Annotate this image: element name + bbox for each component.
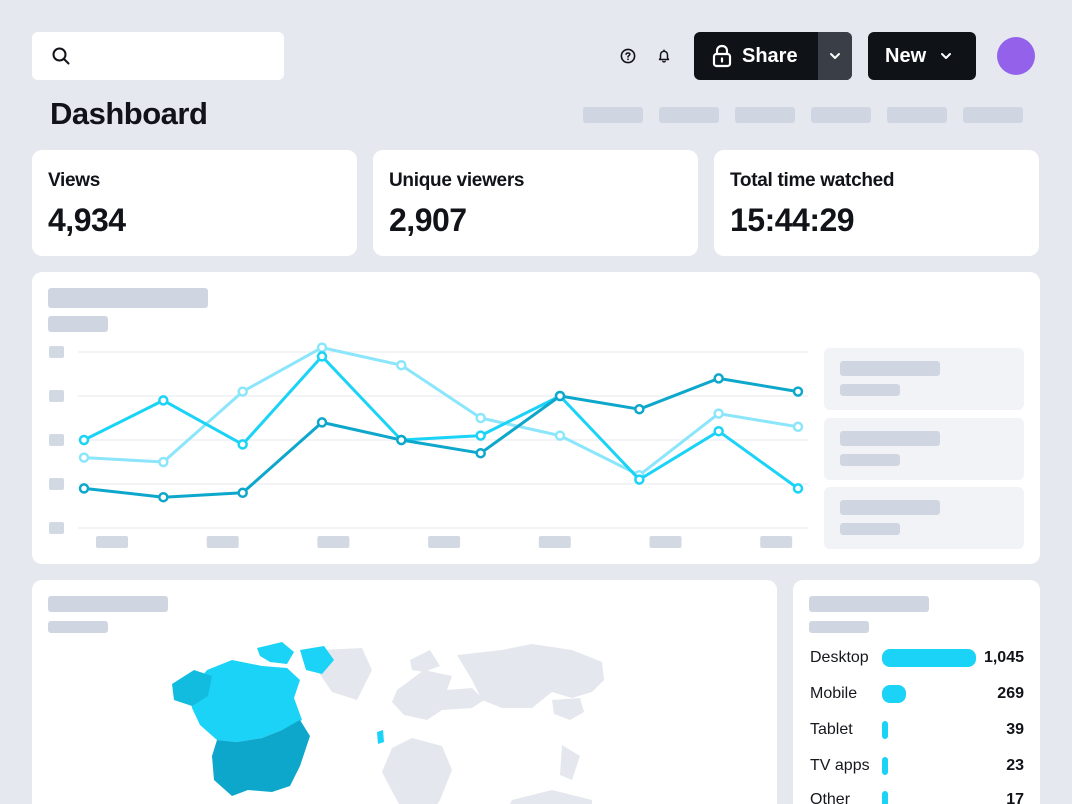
x-tick-placeholder <box>96 536 128 548</box>
data-point[interactable] <box>316 417 328 428</box>
device-bar <box>882 791 888 804</box>
legend-item[interactable] <box>824 487 1024 549</box>
device-row-desktop: Desktop 1,045 <box>810 648 1024 668</box>
device-row-mobile: Mobile 269 <box>810 684 1024 704</box>
y-tick-placeholder <box>49 390 64 402</box>
device-label: TV apps <box>810 757 870 774</box>
legend-title-placeholder <box>840 500 940 515</box>
device-row-tv-apps: TV apps 23 <box>810 756 1024 776</box>
devices-title-placeholder <box>809 596 929 612</box>
device-label: Desktop <box>810 649 869 666</box>
series-line <box>83 354 799 490</box>
device-value: 17 <box>1006 791 1024 804</box>
data-point[interactable] <box>475 430 486 441</box>
device-row-other: Other 17 <box>810 790 1024 804</box>
x-tick-placeholder <box>760 536 793 548</box>
data-point[interactable] <box>316 351 328 362</box>
y-tick-placeholder <box>49 434 64 446</box>
data-point[interactable] <box>475 447 486 459</box>
device-value: 1,045 <box>983 649 1024 666</box>
data-point[interactable] <box>713 408 724 419</box>
x-tick-placeholder <box>428 536 461 548</box>
device-label: Mobile <box>810 685 858 702</box>
device-bar <box>882 685 907 703</box>
data-point[interactable] <box>158 456 169 468</box>
data-point[interactable] <box>316 342 328 353</box>
x-tick-placeholder <box>538 536 571 548</box>
data-point[interactable] <box>792 386 804 397</box>
data-point[interactable] <box>237 386 248 397</box>
data-point[interactable] <box>78 483 90 494</box>
data-point[interactable] <box>78 452 90 463</box>
data-point[interactable] <box>634 474 645 485</box>
data-point[interactable] <box>554 430 566 441</box>
data-point[interactable] <box>713 425 724 437</box>
data-point[interactable] <box>554 390 566 402</box>
device-bar <box>882 721 888 739</box>
data-point[interactable] <box>158 491 169 503</box>
data-point[interactable] <box>237 439 248 450</box>
data-point[interactable] <box>396 434 407 446</box>
x-tick-placeholder <box>317 536 350 548</box>
y-tick-placeholder <box>49 522 64 534</box>
y-tick-placeholder <box>49 478 64 490</box>
data-point[interactable] <box>634 403 645 415</box>
map-card <box>32 580 777 804</box>
x-tick-placeholder <box>649 536 682 548</box>
data-point[interactable] <box>78 434 90 446</box>
device-bar <box>882 649 976 667</box>
data-point[interactable] <box>713 373 724 384</box>
device-value: 39 <box>1006 721 1024 738</box>
y-tick-placeholder <box>49 346 64 358</box>
device-label: Tablet <box>810 721 853 738</box>
device-row-tablet: Tablet 39 <box>810 720 1024 740</box>
device-label: Other <box>810 791 851 804</box>
legend-item[interactable] <box>824 348 1024 410</box>
data-point[interactable] <box>792 483 804 494</box>
data-point[interactable] <box>237 487 248 499</box>
legend-title-placeholder <box>840 361 940 376</box>
data-point[interactable] <box>475 412 486 424</box>
legend-title-placeholder <box>840 431 940 446</box>
device-value: 269 <box>997 685 1024 702</box>
data-point[interactable] <box>396 359 407 371</box>
data-point[interactable] <box>158 395 169 406</box>
legend-value-placeholder <box>840 384 900 396</box>
world-map <box>172 642 604 804</box>
series-line <box>83 346 799 477</box>
x-tick-placeholder <box>206 536 239 548</box>
legend-value-placeholder <box>840 523 900 535</box>
legend-value-placeholder <box>840 454 900 466</box>
legend-item[interactable] <box>824 418 1024 480</box>
data-point[interactable] <box>792 421 804 433</box>
devices-subtitle-placeholder <box>809 621 869 633</box>
device-bar <box>882 757 888 775</box>
device-value: 23 <box>1006 757 1024 774</box>
